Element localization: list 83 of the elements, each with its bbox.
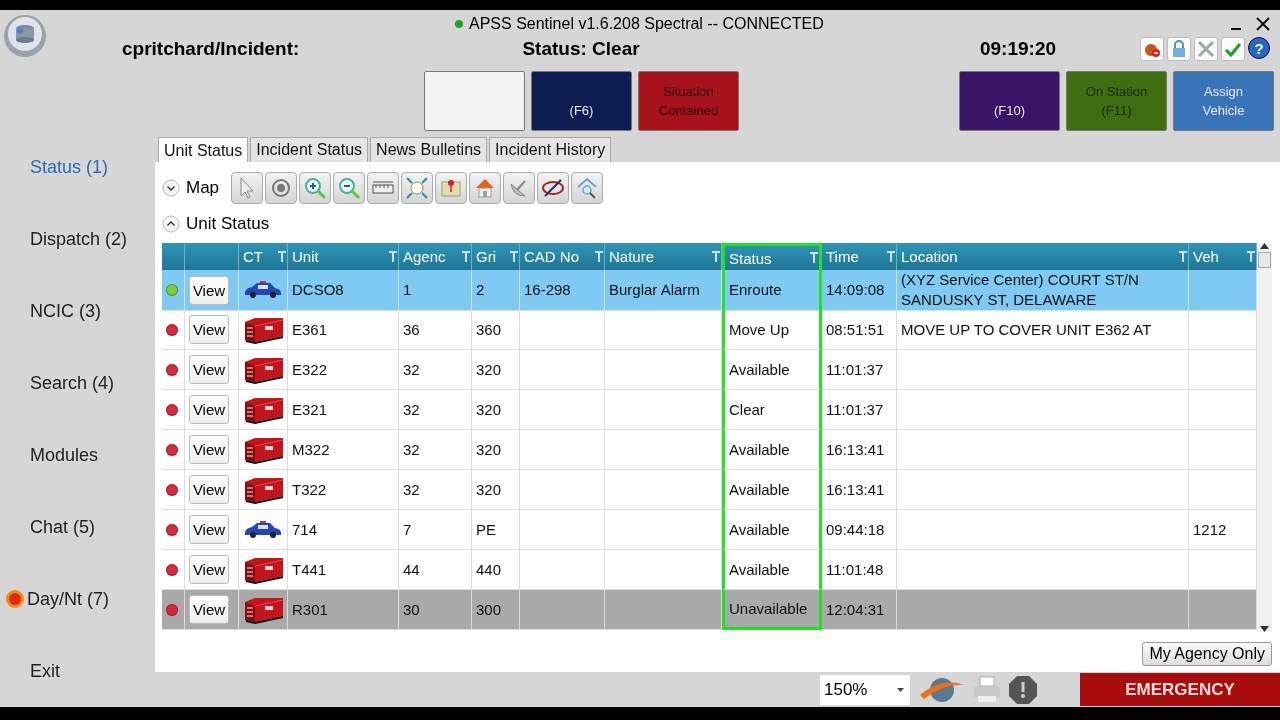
zoom-dropdown[interactable]: 150%	[820, 674, 910, 705]
expand-icon	[405, 176, 430, 200]
lock-icon	[1171, 40, 1187, 58]
view-button[interactable]: View	[189, 555, 229, 584]
scroll-up-icon[interactable]	[1260, 243, 1269, 249]
printer-icon[interactable]	[972, 675, 1002, 704]
caret-icon	[897, 687, 905, 692]
police-car-icon	[243, 280, 283, 300]
table-cell: 300	[472, 590, 520, 630]
table-cell: 12:04:31	[822, 590, 897, 630]
sidebar-item[interactable]: Search (4)	[0, 347, 155, 419]
zoom-out-icon	[337, 176, 362, 200]
table-row[interactable]: View T322 32 320 Available 16:13:41	[162, 470, 1257, 510]
close-icon[interactable]	[1256, 17, 1270, 31]
my-agency-button[interactable]: My Agency Only	[1142, 642, 1272, 666]
view-button[interactable]: View	[189, 435, 229, 464]
table-cell: Unavailable	[722, 590, 822, 630]
scroll-down-icon[interactable]	[1260, 626, 1269, 632]
view-button[interactable]: View	[189, 475, 229, 504]
sidebar-item[interactable]: NCIC (3)	[0, 275, 155, 347]
police-car-icon	[243, 519, 283, 540]
sidebar-item[interactable]: Exit	[0, 635, 155, 707]
view-button[interactable]: View	[189, 355, 229, 384]
table-row[interactable]: View R301 30 300 Unavailable 12:04:31	[162, 590, 1257, 630]
action-button[interactable]: Assign Vehicle	[1173, 71, 1274, 131]
help-button[interactable]: ?	[1248, 37, 1270, 59]
view-button[interactable]: View	[189, 395, 229, 424]
sidebar-item[interactable]: Day/Nt (7)	[0, 563, 155, 635]
collapse-toggle[interactable]	[162, 179, 180, 197]
table-cell: R301	[288, 590, 399, 630]
sidebar-item[interactable]: Chat (5)	[0, 491, 155, 563]
view-button[interactable]: View	[189, 595, 229, 624]
action-button[interactable]: (F6)	[531, 71, 632, 131]
view-button[interactable]: View	[189, 275, 229, 305]
section-label: Unit Status	[186, 214, 270, 234]
collapse-toggle[interactable]	[162, 215, 180, 233]
view-button[interactable]: View	[189, 315, 229, 344]
filter-icon[interactable]	[711, 250, 721, 263]
status-label: Status: Clear	[521, 38, 641, 60]
sun-icon	[5, 589, 25, 609]
filter-icon[interactable]	[886, 250, 896, 263]
clock: 09:19:20	[978, 38, 1058, 60]
filter-icon[interactable]	[509, 250, 519, 263]
check-icon	[1224, 40, 1242, 58]
sidebar-item[interactable]: Dispatch (2)	[0, 203, 155, 275]
filter-icon[interactable]	[461, 250, 471, 263]
map-tool-button[interactable]	[537, 172, 570, 204]
filter-icon[interactable]	[809, 252, 819, 264]
table-row[interactable]: View E361 36 360 Move Up 08:51:51 MOVE UP TO COVER UNIT E362 AT	[162, 310, 1257, 350]
database-icon[interactable]	[3, 14, 47, 58]
filter-icon[interactable]	[1178, 250, 1188, 263]
map-tool-button[interactable]	[265, 172, 298, 204]
alert-icon[interactable]	[1008, 674, 1038, 705]
view-button[interactable]: View	[189, 515, 229, 544]
filter-icon[interactable]	[594, 250, 604, 263]
lock-button[interactable]	[1167, 37, 1191, 61]
sidebar-item[interactable]: Modules	[0, 419, 155, 491]
table-row[interactable]: View E321 32 320 Clear 11:01:37	[162, 390, 1257, 430]
user-incident-label: cpritchard/Incident:	[122, 38, 301, 60]
table-row[interactable]: View M322 32 320 Available 16:13:41	[162, 430, 1257, 470]
emergency-button[interactable]: EMERGENCY	[1080, 673, 1280, 706]
action-button[interactable]: (F10)	[959, 71, 1060, 131]
map-tool-button[interactable]	[435, 172, 468, 204]
table-row[interactable]: View 714 7 PE Available 09:44:18 1212	[162, 510, 1257, 550]
section-label: Map	[186, 178, 220, 198]
tab[interactable]: Incident History	[489, 137, 612, 162]
tab[interactable]: Unit Status	[158, 137, 249, 163]
filter-icon[interactable]	[277, 250, 287, 263]
tab[interactable]: Incident Status	[250, 137, 369, 162]
table-cell: 30	[399, 590, 472, 630]
tab[interactable]: News Bulletins	[370, 137, 488, 162]
zoom-in-icon	[303, 176, 328, 200]
spellcheck-button[interactable]	[1221, 37, 1245, 61]
table-row[interactable]: View E322 32 320 Available 11:01:37	[162, 350, 1257, 390]
scroll-thumb[interactable]	[1258, 252, 1271, 268]
action-button[interactable]	[424, 71, 525, 131]
table-row[interactable]: View DCSO8 1 2 16-298 Burglar Alarm Enroute 14:09:08 (XYZ Service Center) COURT ST/N SANDUSKY ST, DELAWARE	[162, 270, 1257, 310]
table-row[interactable]: View T441 44 440 Available 11:01:48	[162, 550, 1257, 590]
scrollbar[interactable]	[1257, 243, 1272, 632]
filter-icon[interactable]	[388, 250, 398, 263]
bug-button[interactable]	[1140, 37, 1164, 61]
window-title: APSS Sentinel v1.6.208 Spectral -- CONNECTED	[469, 15, 824, 33]
sidebar-item[interactable]: Status (1)	[0, 131, 155, 203]
